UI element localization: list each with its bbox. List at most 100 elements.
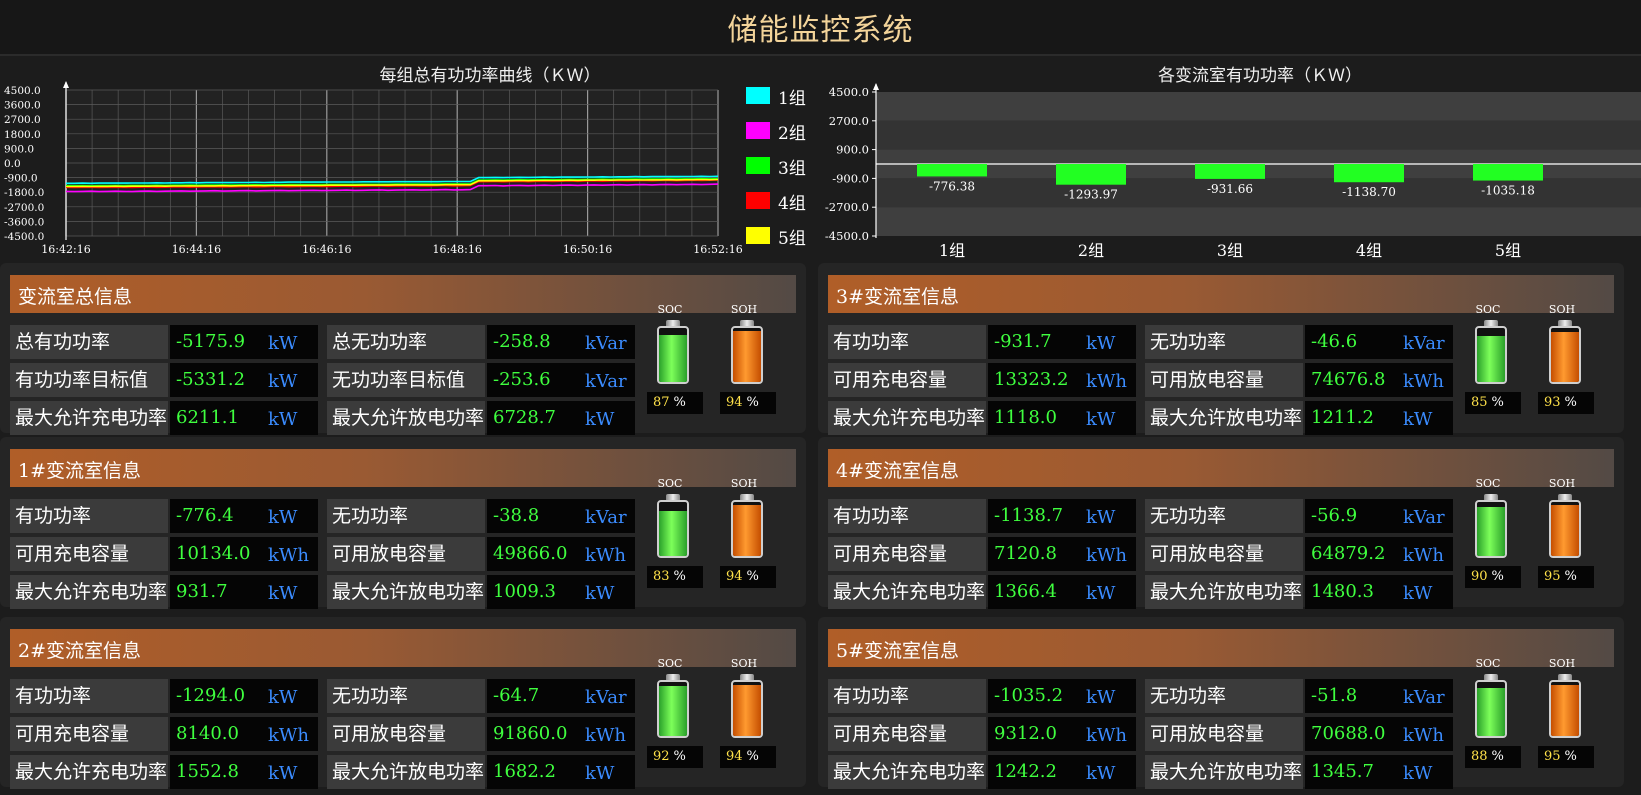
field-value-box: 1682.2 kW bbox=[487, 755, 635, 789]
field-unit: kW bbox=[1086, 763, 1116, 784]
field-value: -46.6 bbox=[1311, 331, 1358, 352]
field-value: 6211.1 bbox=[176, 407, 239, 428]
field-label: 可用充电容量 bbox=[10, 537, 168, 571]
field-value-box: 8140.0 kWh bbox=[170, 717, 318, 751]
percent-sign: % bbox=[673, 569, 686, 584]
soc-label: SOC bbox=[1475, 477, 1501, 490]
field-unit: kW bbox=[268, 687, 298, 708]
field-unit: kVar bbox=[585, 371, 627, 392]
y-tick-label: -3600.0 bbox=[4, 216, 44, 228]
field-value: 1211.2 bbox=[1311, 407, 1374, 428]
bar bbox=[1056, 164, 1126, 185]
soh-value: 94% bbox=[720, 392, 776, 414]
line-chart: 4500.0 3600.0 2700.0 1800.0 900.0 0.0 -900.0 -1… bbox=[4, 81, 743, 256]
field-value: -253.6 bbox=[493, 369, 551, 390]
panel-title: 5#变流室信息 bbox=[836, 640, 960, 662]
y-axis-arrow bbox=[63, 81, 69, 88]
soh-label: SOH bbox=[730, 657, 758, 670]
field-label: 最大允许放电功率 bbox=[327, 575, 485, 609]
y-tick-label: 900.0 bbox=[4, 143, 34, 155]
y-tick-label: 3600.0 bbox=[4, 100, 41, 112]
field-label: 有功功率 bbox=[828, 325, 986, 359]
field-value: 6728.7 bbox=[493, 407, 556, 428]
soc-value: 87% bbox=[647, 392, 703, 414]
field-value-box: -38.8 kVar bbox=[487, 499, 635, 533]
soc-value: 92% bbox=[647, 746, 703, 768]
y-tick-label: 4500.0 bbox=[4, 85, 41, 97]
field-value-box: -5175.9 kW bbox=[170, 325, 318, 359]
x-tick-label: 16:42:16 bbox=[41, 243, 90, 256]
field-value-box: 6211.1 kW bbox=[170, 401, 318, 435]
field-unit: kWh bbox=[1403, 371, 1445, 392]
y-tick-label: -4500.0 bbox=[825, 229, 869, 243]
field-label: 无功功率 bbox=[1145, 499, 1303, 533]
field-value-box: -1138.7 kW bbox=[988, 499, 1136, 533]
field-unit: kWh bbox=[585, 545, 627, 566]
field-label: 有功功率目标值 bbox=[10, 363, 168, 397]
field-label: 最大允许充电功率 bbox=[10, 401, 168, 435]
field-value-box: 1211.2 kW bbox=[1305, 401, 1453, 435]
field-label: 最大允许放电功率 bbox=[327, 401, 485, 435]
field-value-box: -64.7 kVar bbox=[487, 679, 635, 713]
field-value-box: 91860.0 kWh bbox=[487, 717, 635, 751]
y-axis-arrow bbox=[873, 83, 879, 90]
y-tick-label: 900.0 bbox=[836, 143, 869, 157]
y-tick-label: -2700.0 bbox=[4, 202, 44, 214]
field-value: -64.7 bbox=[493, 685, 540, 706]
field-label: 无功功率 bbox=[1145, 679, 1303, 713]
legend-swatch bbox=[746, 122, 770, 139]
field-value-box: -46.6 kVar bbox=[1305, 325, 1453, 359]
app-title: 储能监控系统 bbox=[727, 13, 914, 48]
bar-value-label: -1138.70 bbox=[1342, 185, 1396, 199]
field-unit: kW bbox=[585, 409, 615, 430]
field-label: 可用充电容量 bbox=[828, 717, 986, 751]
field-unit: kWh bbox=[585, 725, 627, 746]
field-value-box: 1480.3 kW bbox=[1305, 575, 1453, 609]
percent-sign: % bbox=[1491, 395, 1504, 410]
field-value-box: -51.8 kVar bbox=[1305, 679, 1453, 713]
bar bbox=[1334, 164, 1404, 183]
field-value: -5175.9 bbox=[176, 331, 246, 352]
bar bbox=[917, 164, 987, 177]
field-label: 最大允许充电功率 bbox=[828, 755, 986, 789]
field-unit: kW bbox=[268, 371, 298, 392]
field-value-box: 70688.0 kWh bbox=[1305, 717, 1453, 751]
field-value: 1552.8 bbox=[176, 761, 239, 782]
field-label: 最大允许充电功率 bbox=[828, 575, 986, 609]
field-label: 最大允许充电功率 bbox=[10, 755, 168, 789]
legend-label: 2组 bbox=[778, 124, 806, 144]
field-value: 8140.0 bbox=[176, 723, 239, 744]
field-value-box: 931.7 kW bbox=[170, 575, 318, 609]
soh-value: 94% bbox=[720, 566, 776, 588]
y-tick-label: -4500.0 bbox=[4, 231, 44, 243]
soh-battery-icon bbox=[1549, 320, 1581, 384]
field-value-box: 7120.8 kWh bbox=[988, 537, 1136, 571]
field-unit: kWh bbox=[268, 725, 310, 746]
field-value: 931.7 bbox=[176, 581, 228, 602]
field-unit: kVar bbox=[1403, 507, 1445, 528]
field-unit: kW bbox=[585, 763, 615, 784]
x-category-label: 2组 bbox=[1078, 241, 1104, 260]
panel-room2: 2#变流室信息 有功功率 -1294.0 kW 无功功率 -64.7 kVar 可用充… bbox=[0, 617, 806, 789]
field-label: 可用放电容量 bbox=[327, 717, 485, 751]
soc-value: 83% bbox=[647, 566, 703, 588]
soh-value: 94% bbox=[720, 746, 776, 768]
legend-label: 4组 bbox=[778, 194, 806, 214]
panel-title: 4#变流室信息 bbox=[836, 460, 960, 482]
field-label: 可用充电容量 bbox=[828, 537, 986, 571]
field-label: 最大允许充电功率 bbox=[828, 401, 986, 435]
soh-label: SOH bbox=[1548, 303, 1576, 316]
field-label: 无功功率 bbox=[327, 499, 485, 533]
field-value-box: 1242.2 kW bbox=[988, 755, 1136, 789]
field-label: 可用充电容量 bbox=[10, 717, 168, 751]
field-value-box: 49866.0 kWh bbox=[487, 537, 635, 571]
field-label: 可用充电容量 bbox=[828, 363, 986, 397]
field-label: 有功功率 bbox=[10, 679, 168, 713]
field-value: 1345.7 bbox=[1311, 761, 1374, 782]
y-tick-label: 1800.0 bbox=[4, 129, 41, 141]
field-label: 总无功功率 bbox=[327, 325, 485, 359]
field-unit: kWh bbox=[268, 545, 310, 566]
bar-value-label: -1035.18 bbox=[1481, 184, 1535, 198]
field-label: 有功功率 bbox=[828, 679, 986, 713]
percent-sign: % bbox=[1564, 395, 1577, 410]
